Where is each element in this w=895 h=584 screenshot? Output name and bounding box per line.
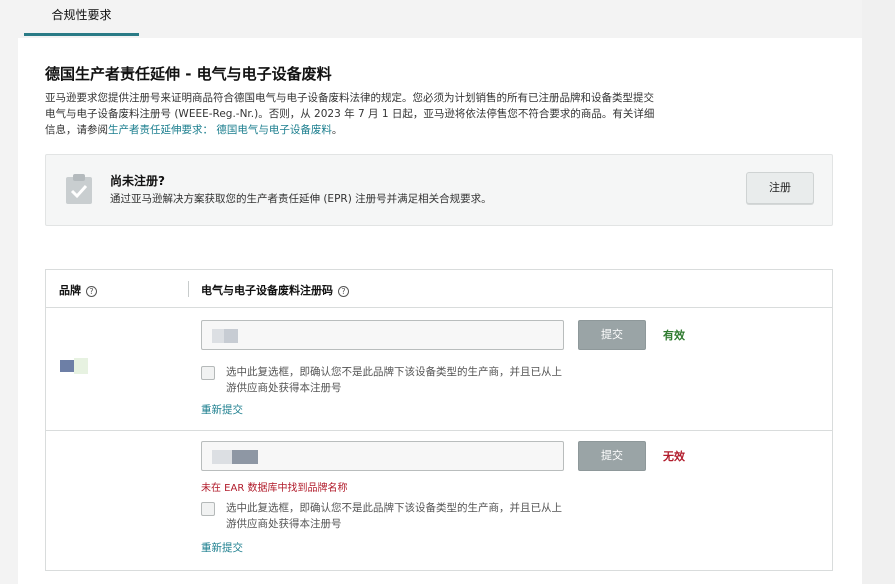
section-description: 亚马逊要求您提供注册号来证明商品符合德国电气与电子设备废料法律的规定。您必须为计…	[45, 90, 655, 138]
status-badge: 无效	[663, 450, 685, 463]
redacted-value	[232, 450, 258, 464]
code-column-header: 电气与电子设备废料注册码?	[201, 282, 349, 298]
table-row: 提交 无效 未在 EAR 数据库中找到品牌名称 选中此复选框，即确认您不是此品牌…	[46, 431, 832, 571]
checkbox-label: 选中此复选框，即确认您不是此品牌下该设备类型的生产商，并且已从上游供应商处获得本…	[226, 366, 562, 394]
supplier-confirm-checkbox[interactable]	[201, 502, 215, 516]
tab-bar: 合规性要求	[0, 0, 862, 38]
description-suffix: 。	[331, 124, 343, 136]
submit-button[interactable]: 提交	[578, 441, 646, 471]
checkbox-label: 选中此复选框，即确认您不是此品牌下该设备类型的生产商，并且已从上游供应商处获得本…	[226, 502, 562, 530]
brand-logo-block	[60, 360, 74, 372]
resubmit-link[interactable]: 重新提交	[201, 540, 243, 555]
error-message: 未在 EAR 数据库中找到品牌名称	[201, 483, 348, 494]
registration-code-input[interactable]	[201, 441, 564, 471]
supplier-confirm-checkbox[interactable]	[201, 366, 215, 380]
epr-requirements-link[interactable]: 生产者责任延伸要求： 德国电气与电子设备废料	[108, 124, 332, 136]
status-badge: 有效	[663, 329, 685, 342]
resubmit-link[interactable]: 重新提交	[201, 402, 243, 417]
brand-header-label: 品牌	[59, 284, 81, 297]
redacted-value	[224, 329, 238, 343]
column-divider	[188, 281, 189, 297]
notice-text: 通过亚马逊解决方案获取您的生产者责任延伸 (EPR) 注册号并满足相关合规要求。	[110, 193, 492, 205]
registration-code-input[interactable]	[201, 320, 564, 350]
page-title: 德国生产者责任延伸 - 电气与电子设备废料	[45, 65, 332, 83]
notice-title: 尚未注册?	[110, 174, 165, 188]
table-row: 提交 有效 选中此复选框，即确认您不是此品牌下该设备类型的生产商，并且已从上游供…	[46, 308, 832, 431]
registration-notice: 尚未注册? 通过亚马逊解决方案获取您的生产者责任延伸 (EPR) 注册号并满足相…	[45, 154, 833, 226]
tab-active-indicator	[24, 33, 139, 36]
clipboard-check-icon	[66, 174, 92, 204]
registration-table: 品牌? 电气与电子设备废料注册码? 提交 有效 选中此复选框，即确认您不是此品牌…	[45, 269, 833, 571]
redacted-value	[212, 450, 234, 464]
brand-column-header: 品牌?	[59, 282, 97, 298]
table-header: 品牌? 电气与电子设备废料注册码?	[46, 270, 832, 308]
tab-label: 合规性要求	[51, 8, 112, 22]
main-panel: 德国生产者责任延伸 - 电气与电子设备废料 亚马逊要求您提供注册号来证明商品符合…	[18, 38, 862, 584]
submit-button[interactable]: 提交	[578, 320, 646, 350]
tab-compliance[interactable]: 合规性要求	[24, 0, 139, 38]
brand-logo-block	[74, 358, 88, 374]
code-header-label: 电气与电子设备废料注册码	[201, 284, 333, 297]
register-button[interactable]: 注册	[746, 172, 814, 204]
help-icon[interactable]: ?	[338, 286, 349, 297]
brand-logo	[60, 358, 92, 374]
help-icon[interactable]: ?	[86, 286, 97, 297]
scrollbar-track[interactable]	[862, 0, 895, 584]
